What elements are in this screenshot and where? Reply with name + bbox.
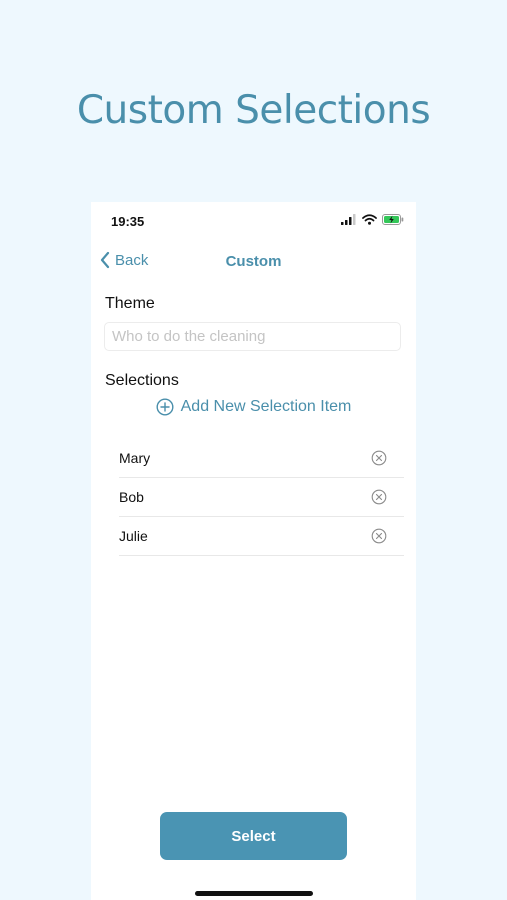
selection-item: Julie [119, 517, 404, 556]
battery-charging-icon [382, 214, 404, 225]
remove-item-x-circle-icon[interactable] [371, 528, 387, 544]
status-time: 19:35 [111, 214, 145, 229]
selection-item-name: Mary [119, 450, 151, 466]
phone-screen: 19:35 Back Custom Theme Who to do the cl… [91, 202, 416, 900]
add-selection-item-label: Add New Selection Item [180, 398, 352, 415]
selection-list: Mary Bob Julie [119, 439, 404, 556]
page-title: Custom [225, 253, 282, 270]
theme-input[interactable] [104, 322, 401, 351]
selection-item: Bob [119, 478, 404, 517]
navigation-bar: Back Custom [91, 246, 416, 278]
remove-item-x-circle-icon[interactable] [371, 450, 387, 466]
theme-label: Theme [105, 295, 155, 312]
add-selection-item-button[interactable]: Add New Selection Item [91, 398, 416, 416]
home-indicator[interactable] [195, 891, 313, 896]
signal-bars-icon [341, 214, 356, 225]
wifi-icon [362, 214, 377, 225]
selection-item-name: Bob [119, 489, 144, 505]
plus-circle-icon [156, 398, 174, 416]
selection-item-name: Julie [119, 528, 148, 544]
selection-item: Mary [119, 439, 404, 478]
status-bar: 19:35 [91, 202, 416, 242]
select-button[interactable]: Select [160, 812, 347, 860]
selections-label: Selections [105, 372, 179, 389]
remove-item-x-circle-icon[interactable] [371, 489, 387, 505]
status-icons [341, 214, 404, 225]
promo-headline: Custom Selections [76, 88, 431, 133]
